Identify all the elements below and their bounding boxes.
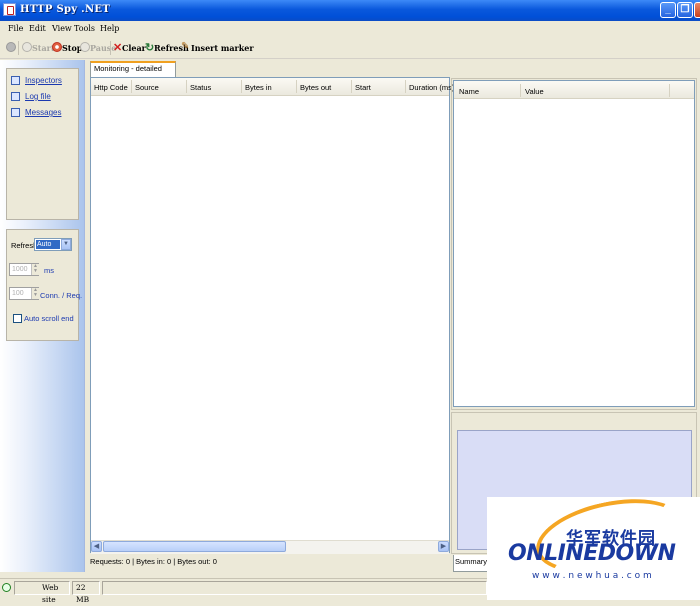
menu-edit[interactable]: Edit [29, 24, 46, 33]
toolbar-separator [110, 41, 111, 55]
menu-help[interactable]: Help [100, 24, 119, 33]
column-value[interactable]: Value [525, 87, 544, 96]
log-file-icon [11, 92, 20, 101]
column-bytes-in[interactable]: Bytes in [245, 83, 272, 92]
app-icon[interactable] [3, 3, 16, 16]
memory-panel: 22 MB [72, 581, 100, 604]
refresh-icon: ↻ [145, 42, 155, 54]
column-divider [131, 80, 132, 93]
column-divider [241, 80, 242, 93]
chevron-down-icon[interactable]: ▼ [61, 239, 71, 250]
interval-stepper[interactable]: ▲ ▼ [31, 264, 39, 275]
interval-unit: ms [44, 266, 54, 275]
column-http-code[interactable]: Http Code [94, 83, 128, 92]
messages-icon [11, 108, 20, 117]
scroll-right-icon[interactable]: ▶ [438, 541, 449, 552]
stop-icon [52, 42, 62, 52]
connections-stepper[interactable]: ▲ ▼ [31, 288, 39, 299]
watermark-url: w w w . n e w h u a . c o m [532, 571, 652, 581]
toolbar-separator [18, 41, 19, 55]
requests-status: Requests: 0 | Bytes in: 0 | Bytes out: 0 [90, 557, 217, 566]
column-start[interactable]: Start [355, 83, 371, 92]
play-icon[interactable] [2, 583, 11, 592]
status-panel [102, 581, 487, 595]
insert-marker-icon: ✎ [181, 41, 190, 52]
column-bytes-out[interactable]: Bytes out [300, 83, 331, 92]
inspectors-icon [11, 76, 20, 85]
connections-unit: Conn. / Req. [40, 291, 83, 300]
tab-summary[interactable]: Summary [453, 555, 489, 572]
column-divider [405, 80, 406, 93]
start-icon [22, 42, 32, 52]
website-panel[interactable]: Web site [14, 581, 70, 604]
column-name[interactable]: Name [459, 87, 479, 96]
column-divider [520, 84, 521, 97]
column-status[interactable]: Status [190, 83, 211, 92]
autoscroll-label: Auto scroll end [24, 314, 74, 323]
column-divider [351, 80, 352, 93]
autoscroll-checkbox[interactable] [13, 314, 22, 323]
pause-icon [80, 42, 90, 52]
window-title: HTTP Spy .NET [20, 4, 111, 15]
column-divider [186, 80, 187, 93]
properties-grid-header [454, 81, 694, 99]
menu-view[interactable]: View [52, 24, 72, 33]
log-file-link[interactable]: Log file [25, 92, 51, 101]
minimize-button[interactable]: _ [660, 2, 676, 18]
tab-monitoring[interactable]: Monitoring - detailed requests [90, 61, 176, 85]
requests-grid[interactable] [90, 77, 450, 553]
clear-icon: ✕ [113, 42, 123, 54]
properties-grid[interactable] [453, 80, 695, 407]
close-button[interactable] [694, 2, 700, 18]
column-divider [296, 80, 297, 93]
grip-icon [6, 42, 16, 52]
maximize-button[interactable]: ❐ [677, 2, 693, 18]
watermark-brand: ONLINEDOWN [508, 541, 676, 566]
inspectors-link[interactable]: Inspectors [25, 76, 62, 85]
column-divider [669, 84, 670, 97]
column-source[interactable]: Source [135, 83, 159, 92]
insert-marker-button[interactable]: Insert marker [191, 43, 254, 53]
menu-tools[interactable]: Tools [74, 24, 95, 33]
column-duration[interactable]: Duration (ms) [409, 83, 454, 92]
scrollbar-thumb[interactable] [103, 541, 286, 552]
refresh-select-value: Auto [36, 240, 60, 249]
messages-link[interactable]: Messages [25, 108, 61, 117]
navigation-box [6, 68, 79, 220]
clear-button[interactable]: Clear [122, 43, 146, 53]
menu-file[interactable]: File [8, 24, 23, 33]
scroll-left-icon[interactable]: ◀ [91, 541, 102, 552]
